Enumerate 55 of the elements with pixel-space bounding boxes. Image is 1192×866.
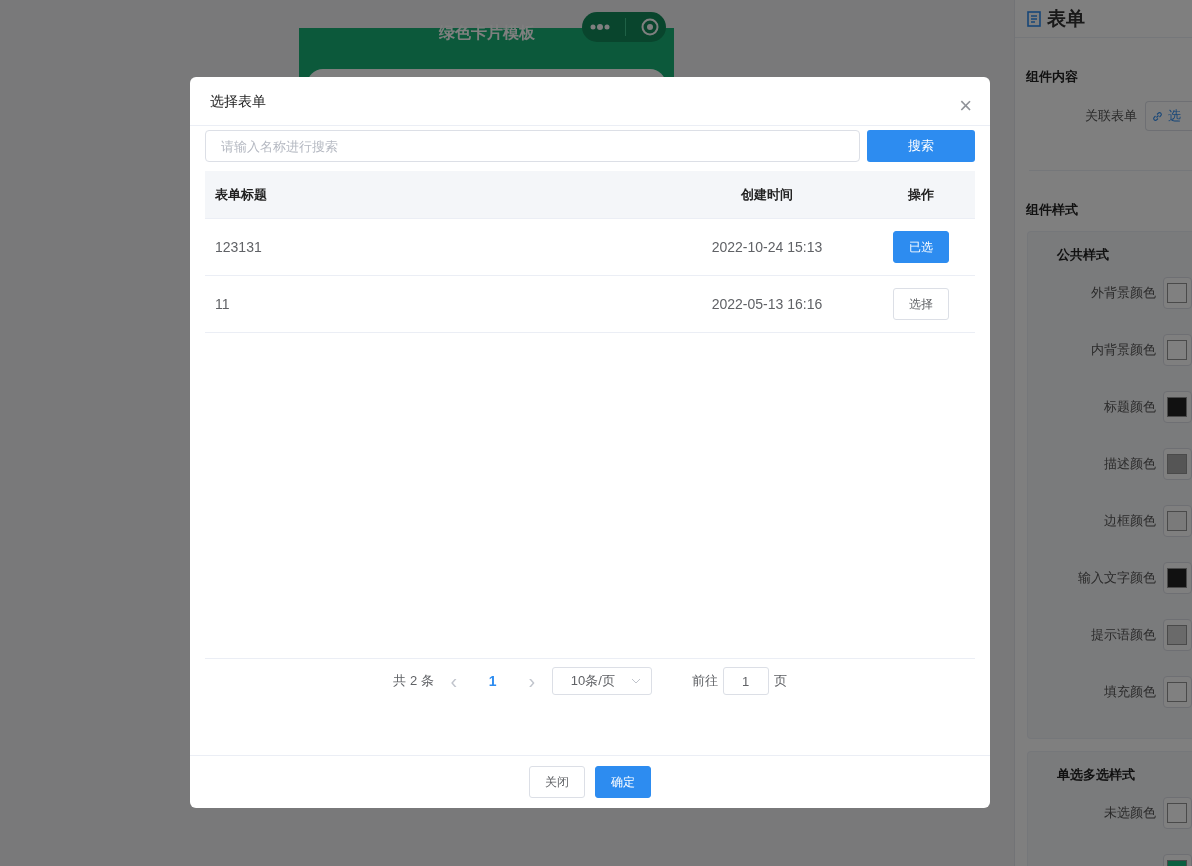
- select-button[interactable]: 选择: [893, 288, 949, 320]
- color-picker[interactable]: [1162, 504, 1192, 537]
- goto-label: 前往: [691, 672, 718, 690]
- group-title: 公共样式: [1056, 246, 1110, 264]
- field-label: 未选颜色: [1102, 803, 1157, 822]
- section-title: 组件样式: [1025, 201, 1079, 219]
- panel-title: 表单: [1047, 6, 1085, 31]
- page-input[interactable]: 1: [722, 667, 769, 695]
- confirm-button[interactable]: 确定: [595, 766, 651, 798]
- select-button[interactable]: 已选: [893, 231, 949, 263]
- table-cell-text: 11: [214, 296, 231, 312]
- page-size-select[interactable]: 10条/页: [551, 667, 652, 695]
- close-button[interactable]: ×: [959, 95, 972, 117]
- section-title: 组件内容: [1025, 68, 1079, 86]
- field-label: 边框颜色: [1102, 511, 1157, 530]
- group-title: 单选多选样式: [1056, 766, 1136, 784]
- table-cell-text: 2022-05-13 16:16: [710, 296, 824, 312]
- document-icon: [1027, 10, 1041, 27]
- color-picker[interactable]: [1162, 675, 1192, 708]
- previous-page-button[interactable]: ‹: [433, 669, 474, 693]
- search-field[interactable]: 请输入名称进行搜索: [205, 130, 860, 162]
- column-header: 表单标题: [214, 185, 268, 204]
- next-page-button[interactable]: ›: [511, 669, 552, 693]
- page-unit-label: 页: [773, 672, 787, 690]
- field-label: 描述颜色: [1102, 454, 1157, 473]
- field-label: 输入文字颜色: [1076, 568, 1157, 587]
- color-picker[interactable]: [1162, 447, 1192, 480]
- table-cell-text: 123131: [214, 239, 263, 255]
- target-icon[interactable]: [640, 18, 659, 36]
- field-label: 外背景颜色: [1089, 283, 1157, 302]
- column-header: 操作: [907, 185, 935, 204]
- close-dialog-button[interactable]: 关闭: [529, 766, 585, 798]
- color-picker[interactable]: [1162, 276, 1192, 309]
- color-picker[interactable]: [1162, 561, 1192, 594]
- color-picker[interactable]: [1162, 333, 1192, 366]
- color-picker[interactable]: [1162, 390, 1192, 423]
- preview-title: 绿色卡片模板: [438, 22, 535, 43]
- dialog-title: 选择表单: [209, 92, 266, 111]
- total-count: 共 2 条: [393, 672, 434, 690]
- color-picker[interactable]: [1162, 618, 1192, 651]
- field-label: 标题颜色: [1102, 397, 1157, 416]
- color-picker[interactable]: [1162, 796, 1192, 829]
- field-label: 填充颜色: [1102, 682, 1157, 701]
- chevron-down-icon: [630, 678, 641, 684]
- select-form-button[interactable]: 选: [1145, 101, 1192, 131]
- column-header: 创建时间: [740, 185, 794, 204]
- link-icon: [1152, 110, 1163, 122]
- more-icon[interactable]: [589, 23, 610, 31]
- table-cell-text: 2022-10-24 15:13: [710, 239, 824, 255]
- capsule-button[interactable]: [582, 12, 666, 42]
- page-number[interactable]: 1: [473, 672, 512, 690]
- field-label: 内背景颜色: [1089, 340, 1157, 359]
- field-label: 关联表单: [1084, 107, 1138, 125]
- search-button[interactable]: 搜索: [867, 130, 975, 162]
- field-label: 提示语颜色: [1089, 625, 1157, 644]
